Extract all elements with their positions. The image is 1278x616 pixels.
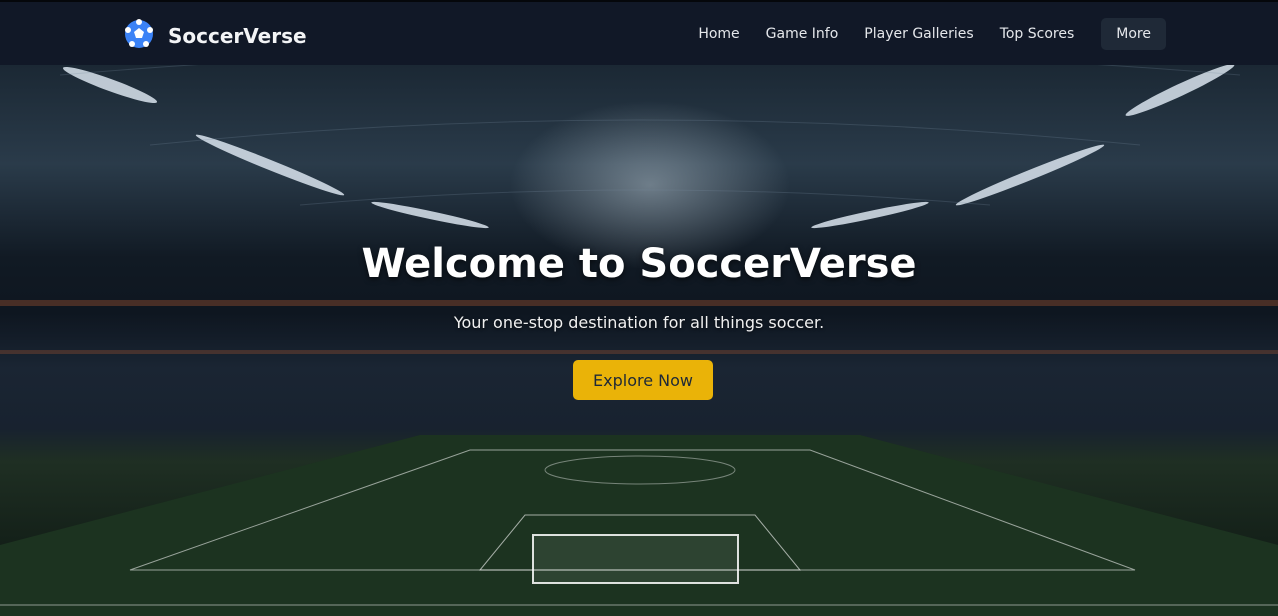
nav-home[interactable]: Home (685, 18, 752, 50)
nav-player-galleries[interactable]: Player Galleries (851, 18, 986, 50)
nav-more-button[interactable]: More (1101, 18, 1166, 50)
nav-links: Home Game Info Player Galleries Top Scor… (685, 18, 1166, 50)
hero-section: Welcome to SoccerVerse Your one-stop des… (0, 65, 1278, 616)
soccer-ball-icon (124, 19, 154, 53)
hero-title: Welcome to SoccerVerse (361, 241, 917, 287)
brand-name: SoccerVerse (168, 24, 307, 48)
brand[interactable]: SoccerVerse (124, 19, 307, 53)
nav-game-info[interactable]: Game Info (753, 18, 852, 50)
goal-net (532, 534, 739, 584)
top-navbar: SoccerVerse Home Game Info Player Galler… (0, 0, 1278, 65)
nav-top-scores[interactable]: Top Scores (987, 18, 1088, 50)
stadium-background (0, 65, 1278, 616)
explore-now-button[interactable]: Explore Now (573, 360, 713, 400)
hero-subtitle: Your one-stop destination for all things… (453, 313, 825, 332)
